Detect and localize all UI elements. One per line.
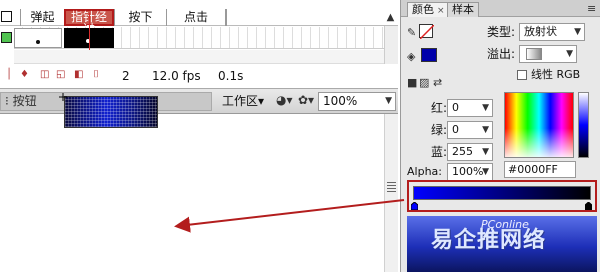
color-spectrum[interactable] <box>504 92 574 158</box>
flash-editor: 弹起 指针经过 按下 点击 ▲ │ ♦ ◫ ◱ ◧ ⌷ 2 12.0 fps 0… <box>0 0 600 272</box>
panel-tabs: 颜色 × 样本 ≡ <box>401 0 600 17</box>
onion-skin-outline-icon[interactable]: ◱ <box>56 69 65 80</box>
current-frame: 2 <box>122 69 130 83</box>
layer-color-icon[interactable] <box>1 32 12 43</box>
modify-markers-icon[interactable]: ⌷ <box>93 69 99 80</box>
green-value: 0 <box>452 123 459 136</box>
blue-input[interactable]: 255 ▼ <box>447 143 493 161</box>
elapsed-time: 0.1s <box>218 69 244 83</box>
red-label: 红: <box>431 101 448 115</box>
overflow-preview-icon <box>526 48 542 60</box>
chevron-down-icon: ▼ <box>482 125 489 135</box>
panel-menu-icon[interactable]: ≡ <box>587 2 596 15</box>
timeline-header-filler <box>226 9 398 26</box>
timeline-header: 弹起 指针经过 按下 点击 ▲ <box>0 6 398 35</box>
timeline-scrollbar[interactable] <box>384 26 398 64</box>
type-label: 类型: <box>487 25 516 39</box>
tab-up-state[interactable]: 弹起 <box>20 9 64 26</box>
chevron-down-icon: ▼ <box>482 103 489 113</box>
blue-label: 蓝: <box>431 145 448 159</box>
scroll-up-icon[interactable]: ▲ <box>384 10 397 26</box>
registration-point-icon <box>59 93 67 101</box>
chevron-down-icon: ▼ <box>385 96 392 106</box>
timeline-panel: 弹起 指针经过 按下 点击 ▲ │ ♦ ◫ ◱ ◧ ⌷ 2 12.0 fps 0… <box>0 0 398 88</box>
color-panel: 颜色 × 样本 ≡ ✎ ◈ ■ ▨ ⇄ 类型: 放射状 ▼ 溢出: ▼ 线性 RG… <box>400 0 600 272</box>
empty-layer-row <box>14 50 384 64</box>
overflow-select[interactable]: ▼ <box>519 45 577 63</box>
alpha-label: Alpha: <box>407 165 442 178</box>
fill-color-swatch[interactable] <box>421 48 437 62</box>
swap-colors-icon[interactable]: ⇄ <box>433 76 442 89</box>
edit-multiple-frames-icon[interactable]: ◧ <box>74 69 83 80</box>
gradient-bar[interactable] <box>413 186 591 200</box>
alpha-input[interactable]: 100% ▼ <box>447 163 493 181</box>
symbol-name: 按钮 <box>12 94 37 108</box>
gradient-stop-right-icon[interactable] <box>585 202 592 210</box>
fill-type-select[interactable]: 放射状 ▼ <box>519 23 585 41</box>
no-color-button-icon[interactable]: ▨ <box>419 76 429 89</box>
stroke-color-swatch[interactable] <box>419 24 435 40</box>
workspace-label: 工作区 <box>222 94 259 108</box>
hex-value: #0000FF <box>508 163 558 176</box>
edit-scene-icon[interactable]: ✿▾ <box>298 93 314 107</box>
linear-rgb-checkbox[interactable] <box>517 70 527 80</box>
black-white-icon[interactable]: ■ <box>407 76 417 89</box>
chevron-down-icon: ▼ <box>482 147 489 157</box>
alpha-value: 100% <box>452 165 484 178</box>
scroll-grip-icon[interactable] <box>387 182 396 194</box>
button-symbol-icon: ⁝ <box>5 94 13 108</box>
workspace-dropdown[interactable]: 工作区▾ <box>222 93 264 110</box>
stage-toolbar: ⁝ 按钮 工作区▾ ◕▾ ✿▾ 100% ▼ <box>0 88 398 114</box>
red-value: 0 <box>452 101 459 114</box>
playhead[interactable] <box>89 13 90 51</box>
keyframe-up[interactable] <box>14 28 62 48</box>
keyframe-dot-icon <box>36 40 40 44</box>
fill-type-value: 放射状 <box>524 25 557 38</box>
chevron-down-icon: ▼ <box>574 27 581 37</box>
brightness-slider[interactable] <box>578 92 589 158</box>
playhead-marker-icon[interactable]: ♦ <box>20 69 29 80</box>
fill-bucket-icon[interactable]: ◈ <box>407 50 415 63</box>
zoom-select[interactable]: 100% ▼ <box>318 92 396 111</box>
edit-symbol-icon[interactable]: ◕▾ <box>276 93 293 107</box>
green-input[interactable]: 0 ▼ <box>447 121 493 139</box>
tab-hit-state[interactable]: 点击 <box>166 9 226 26</box>
gradient-editor-highlight <box>407 180 597 212</box>
tab-color[interactable]: 颜色 × <box>407 2 450 17</box>
tab-swatches[interactable]: 样本 <box>447 2 479 17</box>
hex-input[interactable]: #0000FF <box>504 161 576 178</box>
tab-down-state[interactable]: 按下 <box>114 9 166 26</box>
red-input[interactable]: 0 ▼ <box>447 99 493 117</box>
overflow-label: 溢出: <box>487 47 516 61</box>
outline-toggle-icon[interactable] <box>1 11 12 22</box>
onion-skin-icon[interactable]: ◫ <box>40 69 49 80</box>
green-label: 绿: <box>431 123 448 137</box>
blue-value: 255 <box>452 145 473 158</box>
frame-rate: 12.0 fps <box>152 69 201 83</box>
linear-rgb-label: 线性 RGB <box>531 68 581 81</box>
chevron-down-icon: ▼ <box>482 167 489 177</box>
stage-canvas[interactable] <box>0 114 398 272</box>
selected-button-shape[interactable] <box>64 96 158 128</box>
chevron-down-icon: ▼ <box>566 49 573 59</box>
gradient-stop-left-icon[interactable] <box>411 202 418 210</box>
tab-color-label: 颜色 <box>412 3 434 16</box>
watermark-text: 易企推网络 <box>431 228 547 253</box>
center-frame-icon[interactable]: │ <box>6 69 12 80</box>
timeline-status-bar: │ ♦ ◫ ◱ ◧ ⌷ 2 12.0 fps 0.1s <box>0 66 398 86</box>
stroke-pencil-icon[interactable]: ✎ <box>407 26 416 39</box>
no-color-icon <box>419 24 435 40</box>
layer-row[interactable] <box>0 13 398 51</box>
zoom-value: 100% <box>323 94 358 108</box>
close-icon[interactable]: × <box>437 6 445 16</box>
stage-scrollbar[interactable] <box>384 114 398 272</box>
tab-swatches-label: 样本 <box>452 3 474 16</box>
